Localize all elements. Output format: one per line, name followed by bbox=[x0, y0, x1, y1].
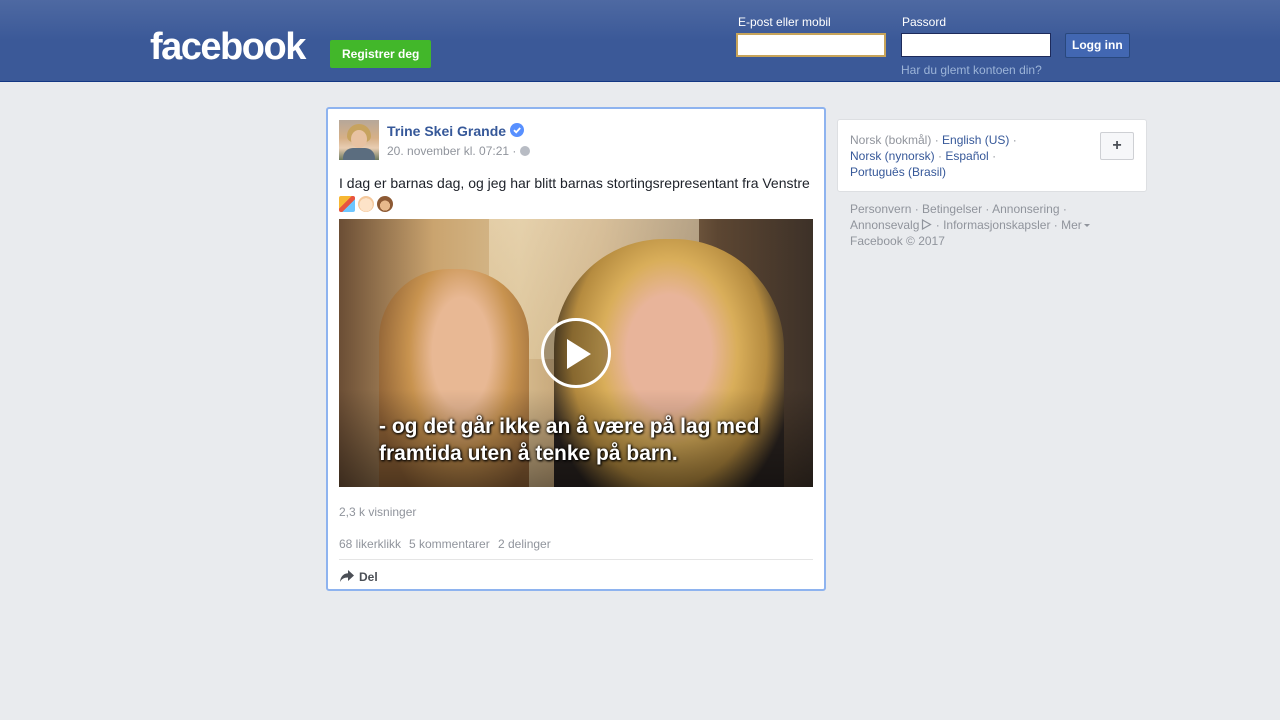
post-text-content: I dag er barnas dag, og jeg har blitt ba… bbox=[339, 175, 810, 191]
forgot-account-link[interactable]: Har du glemt kontoen din? bbox=[901, 63, 1042, 77]
baby-icon bbox=[358, 196, 374, 213]
footer-link-more[interactable]: Mer bbox=[1061, 218, 1082, 232]
copyright: Facebook © 2017 bbox=[850, 234, 945, 248]
footer-link-privacy[interactable]: Personvern bbox=[850, 202, 911, 216]
current-language: Norsk (bokmål) bbox=[850, 133, 932, 147]
language-option-nynorsk[interactable]: Norsk (nynorsk) bbox=[850, 149, 935, 163]
likes-count[interactable]: 68 likerklikk bbox=[339, 537, 401, 551]
email-field[interactable] bbox=[736, 33, 886, 57]
language-option-espanol[interactable]: Español bbox=[945, 149, 988, 163]
facebook-logo[interactable]: facebook bbox=[150, 27, 306, 67]
language-selector: Norsk (bokmål) · English (US) · Norsk (n… bbox=[837, 119, 1147, 192]
footer-link-terms[interactable]: Betingelser bbox=[922, 202, 982, 216]
video-player[interactable]: - og det går ikke an å være på lag med f… bbox=[339, 219, 813, 487]
share-icon bbox=[340, 570, 354, 582]
post-timestamp[interactable]: 20. november kl. 07:21 · bbox=[387, 144, 516, 158]
footer-link-cookies[interactable]: Informasjonskapsler bbox=[943, 218, 1050, 232]
language-option-portugues[interactable]: Português (Brasil) bbox=[850, 165, 946, 179]
language-list: Norsk (bokmål) · English (US) · Norsk (n… bbox=[850, 133, 1017, 179]
verified-badge-icon bbox=[510, 123, 524, 137]
top-bar: facebook Registrer deg E-post eller mobi… bbox=[0, 0, 1280, 82]
footer-links: Personvern · Betingelser · Annonsering ·… bbox=[850, 201, 1140, 249]
chevron-down-icon bbox=[1083, 224, 1090, 227]
monkey-icon bbox=[377, 196, 393, 213]
register-button[interactable]: Registrer deg bbox=[330, 40, 432, 68]
post-card: Trine Skei Grande 20. november kl. 07:21… bbox=[326, 107, 826, 591]
globe-icon bbox=[520, 146, 530, 156]
share-label: Del bbox=[359, 570, 378, 584]
divider bbox=[339, 559, 813, 560]
video-caption-line-2: framtida uten å tenke på barn. bbox=[379, 442, 678, 465]
footer-link-advertising[interactable]: Annonsering bbox=[992, 202, 1059, 216]
language-option-english[interactable]: English (US) bbox=[942, 133, 1009, 147]
view-count: 2,3 k visninger bbox=[339, 505, 417, 519]
shares-count[interactable]: 2 delinger bbox=[498, 537, 551, 551]
login-button[interactable]: Logg inn bbox=[1065, 33, 1130, 58]
adchoices-icon bbox=[922, 219, 933, 230]
play-icon[interactable] bbox=[541, 318, 611, 388]
video-caption: - og det går ikke an å være på lag med f… bbox=[379, 413, 759, 467]
comments-count[interactable]: 5 kommentarer bbox=[409, 537, 490, 551]
video-caption-line-1: - og det går ikke an å være på lag med bbox=[379, 415, 760, 438]
post-text: I dag er barnas dag, og jeg har blitt ba… bbox=[339, 173, 815, 213]
author-avatar[interactable] bbox=[339, 120, 379, 160]
add-language-button[interactable]: + bbox=[1100, 132, 1134, 160]
footer-link-adchoices[interactable]: Annonsevalg bbox=[850, 218, 919, 232]
password-label: Passord bbox=[902, 15, 947, 29]
email-label: E-post eller mobil bbox=[738, 15, 831, 29]
party-popper-icon bbox=[339, 196, 355, 213]
author-name[interactable]: Trine Skei Grande bbox=[387, 123, 506, 139]
password-field[interactable] bbox=[901, 33, 1051, 57]
